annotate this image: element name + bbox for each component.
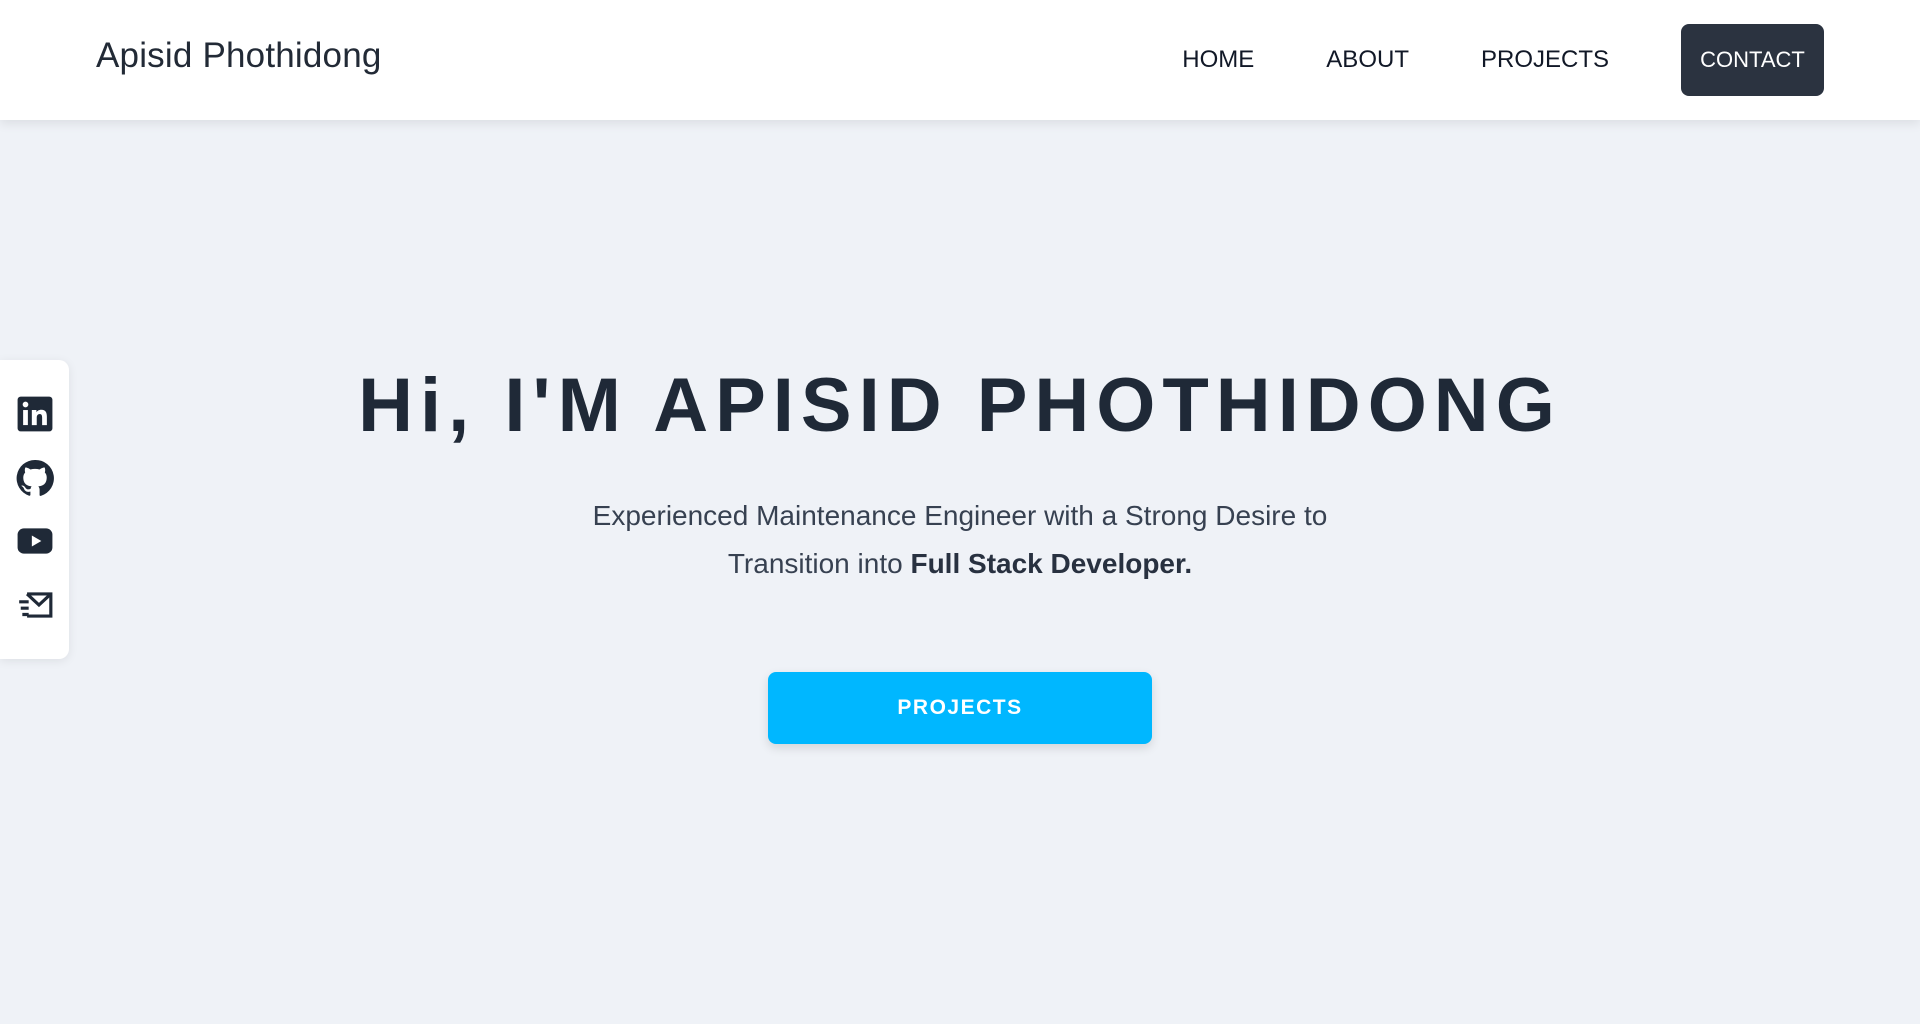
nav-home-link[interactable]: HOME (1182, 24, 1254, 96)
top-navbar: Apisid Phothidong HOME ABOUT PROJECTS CO… (0, 0, 1920, 120)
youtube-icon[interactable] (15, 521, 55, 561)
nav-projects-link[interactable]: PROJECTS (1481, 24, 1609, 96)
contact-button[interactable]: CONTACT (1681, 24, 1824, 96)
nav-about-link[interactable]: ABOUT (1326, 24, 1409, 96)
main-nav: HOME ABOUT PROJECTS CONTACT (1182, 24, 1824, 96)
github-icon[interactable] (15, 458, 55, 498)
projects-cta-button[interactable]: PROJECTS (768, 672, 1152, 744)
hero-title: Hi, I'M APISID PHOTHIDONG (358, 363, 1562, 448)
hero-subtitle: Experienced Maintenance Engineer with a … (560, 492, 1360, 588)
mail-icon[interactable] (15, 585, 55, 625)
hero-subtitle-highlight: Full Stack Developer. (910, 548, 1193, 579)
site-brand[interactable]: Apisid Phothidong (96, 36, 382, 76)
